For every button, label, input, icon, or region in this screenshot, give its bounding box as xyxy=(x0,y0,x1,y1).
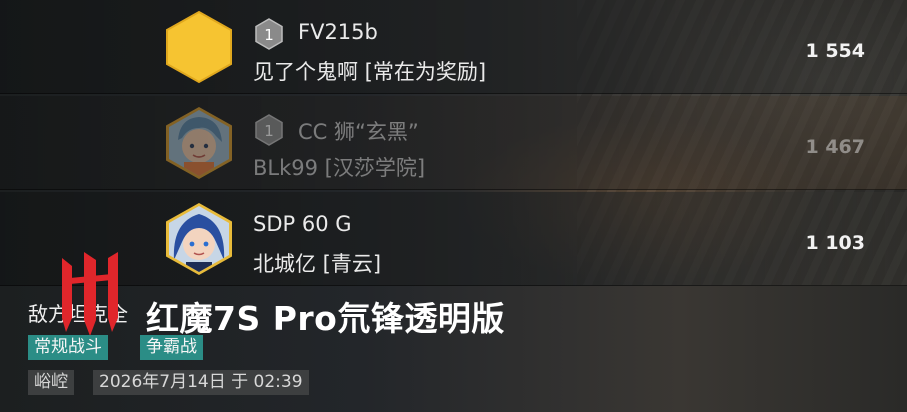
player-score: 1 554 xyxy=(805,40,866,62)
vehicle-name: SDP 60 G xyxy=(253,212,352,236)
rank-number: 1 xyxy=(264,122,274,140)
vehicle-name: CC 狮“玄黑” xyxy=(298,120,419,144)
red-magic-logo xyxy=(40,248,140,340)
player-clan: BLk99 [汉莎学院] xyxy=(253,156,426,180)
vehicle-name: FV215b xyxy=(298,20,378,44)
player-clan: 北城亿 [青云] xyxy=(253,252,382,276)
player-avatar xyxy=(162,106,236,180)
battle-mode-tag: 争霸战 xyxy=(140,335,203,360)
battle-datetime: 2026年7月14日 于 02:39 xyxy=(93,370,309,395)
rank-badge-icon: 1 xyxy=(253,18,285,50)
player-row[interactable]: 1 FV215b 见了个鬼啊 [常在为奖励] 1 554 xyxy=(0,0,907,94)
player-row[interactable]: 1 CC 狮“玄黑” BLk99 [汉莎学院] 1 467 xyxy=(0,96,907,190)
map-name: 峪崆 xyxy=(28,370,74,395)
player-score: 1 103 xyxy=(805,232,866,254)
rank-badge-icon: 1 xyxy=(253,114,285,146)
battle-type-tag: 常规战斗 xyxy=(28,335,108,360)
gold-hexagon-avatar xyxy=(162,10,236,84)
player-score: 1 467 xyxy=(805,136,866,158)
device-watermark-text: 红魔7S Pro氘锋透明版 xyxy=(146,299,505,338)
rank-number: 1 xyxy=(264,26,274,44)
player-clan: 见了个鬼啊 [常在为奖励] xyxy=(253,60,487,84)
player-avatar xyxy=(162,202,236,276)
